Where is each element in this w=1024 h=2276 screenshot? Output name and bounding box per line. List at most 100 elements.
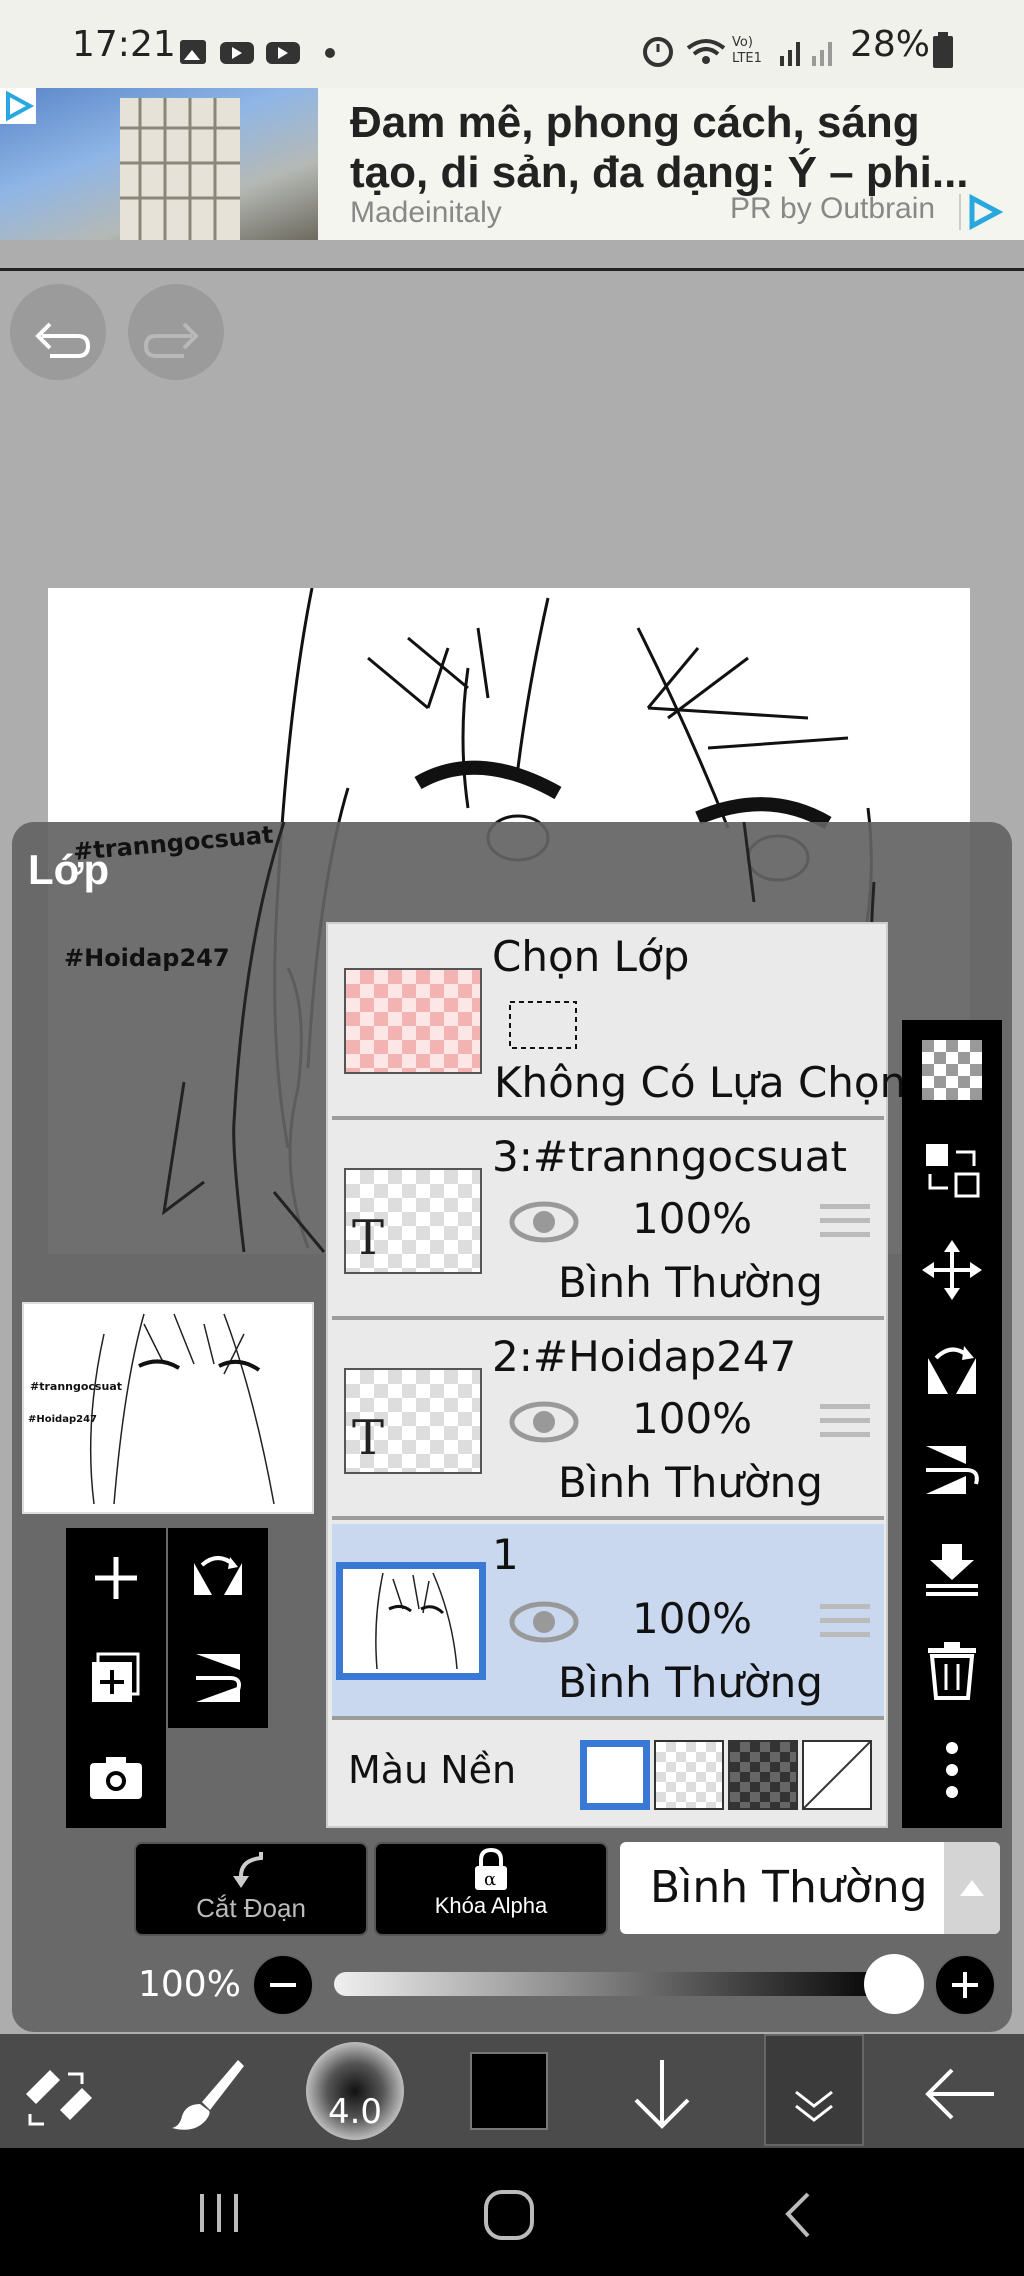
eye-icon[interactable] [508, 1200, 580, 1244]
bg-swatch-dark[interactable] [728, 1740, 798, 1810]
notification-icons [180, 40, 335, 64]
ad-title[interactable]: Đam mê, phong cách, sáng tạo, di sản, đa… [350, 98, 1010, 198]
layer-down-button[interactable] [622, 2054, 702, 2134]
home-icon[interactable] [482, 2188, 538, 2244]
brush-tool-button[interactable] [168, 2054, 248, 2134]
opacity-decrease-button[interactable] [252, 1954, 314, 2016]
brush-icon [172, 2060, 244, 2130]
battery-percentage: 28% [850, 24, 931, 65]
drag-handle-icon[interactable] [820, 1604, 870, 1644]
blend-mode-select[interactable]: Bình Thường [620, 1842, 1000, 1934]
layer-row-3[interactable]: T 3:#tranngocsuat 100% Bình Thường [332, 1124, 884, 1320]
clipping-label: Cắt Đoạn [196, 1893, 306, 1923]
color-picker-button[interactable] [470, 2052, 548, 2130]
merge-down-button[interactable] [912, 1530, 992, 1610]
arrow-left-icon [925, 2068, 994, 2120]
ad-source: Madeinitaly [350, 196, 502, 229]
layer-panel-title: Lớp [28, 846, 110, 893]
drag-handle-icon[interactable] [820, 1404, 870, 1444]
selection-status: Không Có Lựa Chọn [494, 1058, 907, 1107]
opacity-label: 100% [138, 1964, 241, 2005]
alarm-wifi-signal-icons: Vo) LTE1 [643, 35, 832, 67]
camera-button[interactable] [66, 1728, 166, 1828]
selection-layer-name: Chọn Lớp [492, 932, 690, 981]
more-options-button[interactable] [912, 1730, 992, 1810]
layer-3-opacity: 100% [632, 1194, 753, 1243]
minus-icon [270, 1983, 296, 1987]
alpha-lock-button[interactable]: α Khóa Alpha [374, 1842, 608, 1936]
lock-icon: α [475, 1847, 507, 1890]
transform-tool-button[interactable] [20, 2054, 100, 2134]
bg-swatch-transparent[interactable] [654, 1740, 724, 1810]
canvas-preview[interactable]: #tranngocsuat #Hoidap247 [22, 1302, 314, 1514]
delete-layer-button[interactable] [912, 1630, 992, 1710]
ad-divider [0, 268, 1024, 271]
more-vertical-icon [946, 1742, 958, 1798]
flip-vertical-tool-button[interactable] [912, 1430, 992, 1510]
redo-button[interactable] [128, 284, 224, 380]
clipping-arrow-icon [233, 1852, 263, 1888]
flip-horizontal-button[interactable] [168, 1528, 268, 1628]
move-button[interactable] [912, 1230, 992, 1310]
plus-icon [95, 1557, 137, 1599]
undo-button[interactable] [10, 284, 106, 380]
flip-vertical-icon [196, 1654, 241, 1702]
ad-provider[interactable]: PR by Outbrain [730, 192, 935, 226]
opacity-increase-button[interactable] [934, 1954, 996, 2016]
clipping-button[interactable]: Cắt Đoạn [134, 1842, 368, 1936]
bg-swatch-none[interactable] [802, 1740, 872, 1810]
opacity-slider[interactable] [334, 1972, 894, 1996]
ad-image[interactable] [0, 88, 318, 240]
svg-text:α: α [484, 1869, 496, 1890]
flip-vertical-button[interactable] [168, 1628, 268, 1728]
status-time: 17:21 [72, 24, 176, 65]
blend-mode-value: Bình Thường [650, 1862, 928, 1913]
background-color-row: Màu Nền [332, 1720, 884, 1824]
blend-mode-dropdown[interactable] [944, 1842, 1000, 1934]
opacity-slider-knob[interactable] [864, 1954, 924, 2014]
flip-horizontal-icon [928, 1346, 976, 1394]
ad-banner[interactable]: Đam mê, phong cách, sáng tạo, di sản, đa… [0, 88, 1024, 240]
bg-swatch-white[interactable] [580, 1740, 650, 1810]
layer-1-opacity: 100% [632, 1594, 753, 1643]
preview-watermark-2: #Hoidap247 [28, 1414, 97, 1425]
flip-horizontal-tool-button[interactable] [912, 1330, 992, 1410]
layer-2-opacity: 100% [632, 1394, 753, 1443]
outbrain-icon[interactable] [958, 192, 1004, 232]
selection-marquee-icon [509, 1001, 577, 1049]
layer-row-1[interactable]: 1 100% Bình Thường [332, 1524, 884, 1720]
camera-icon [90, 1757, 142, 1799]
text-layer-icon: T [352, 1210, 385, 1266]
layer-3-blend: Bình Thường [558, 1258, 823, 1307]
layer-1-thumbnail [336, 1562, 486, 1680]
add-copy-icon [92, 1652, 140, 1702]
layer-row-2[interactable]: T 2:#Hoidap247 100% Bình Thường [332, 1324, 884, 1520]
eye-icon[interactable] [508, 1600, 580, 1644]
plus-icon [952, 1972, 978, 1998]
layer-transfer-icon [926, 1144, 980, 1198]
flip-vertical-icon [926, 1446, 979, 1494]
alpha-lock-label: Khóa Alpha [434, 1893, 548, 1918]
layers-panel-button[interactable] [764, 2034, 864, 2146]
svg-text:Vo): Vo) [732, 35, 753, 50]
system-back-icon[interactable] [778, 2188, 818, 2244]
background-color-label: Màu Nền [348, 1748, 517, 1792]
layer-3-name: 3:#tranngocsuat [492, 1132, 847, 1181]
status-bar: 17:21 Vo) LTE1 28% [0, 0, 1024, 88]
system-nav-bar [0, 2148, 1024, 2276]
ad-choices-icon[interactable] [0, 88, 36, 124]
drag-handle-icon[interactable] [820, 1204, 870, 1244]
add-layer-copy-button[interactable] [66, 1628, 166, 1728]
eye-icon[interactable] [508, 1400, 580, 1444]
layer-toolbar [902, 1020, 1002, 1828]
layer-transfer-button[interactable] [912, 1130, 992, 1210]
brush-size-button[interactable]: 4.0 [306, 2042, 404, 2140]
recent-apps-icon[interactable] [194, 2188, 244, 2238]
transparency-button[interactable] [912, 1030, 992, 1110]
watermark-hoidap247: #Hoidap247 [64, 944, 230, 972]
selection-layer-row[interactable]: Chọn Lớp Không Có Lựa Chọn [332, 924, 906, 1120]
add-layer-button[interactable] [66, 1528, 166, 1628]
layer-2-name: 2:#Hoidap247 [492, 1332, 797, 1381]
arrow-down-icon [634, 2060, 690, 2129]
back-button[interactable] [920, 2054, 1000, 2134]
